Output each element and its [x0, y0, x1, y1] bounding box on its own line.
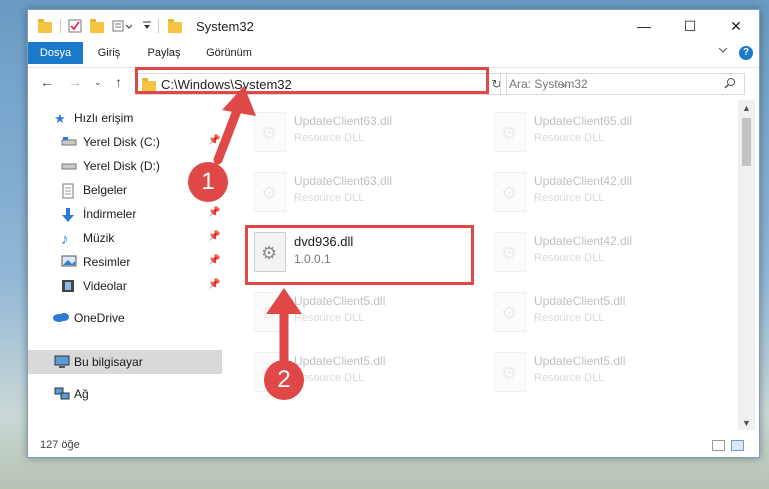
callout-1: 1 — [188, 162, 228, 202]
arrow-1 — [213, 86, 256, 165]
callout-2: 2 — [264, 360, 304, 400]
annotation-arrows — [213, 86, 302, 365]
arrow-2 — [266, 288, 302, 365]
